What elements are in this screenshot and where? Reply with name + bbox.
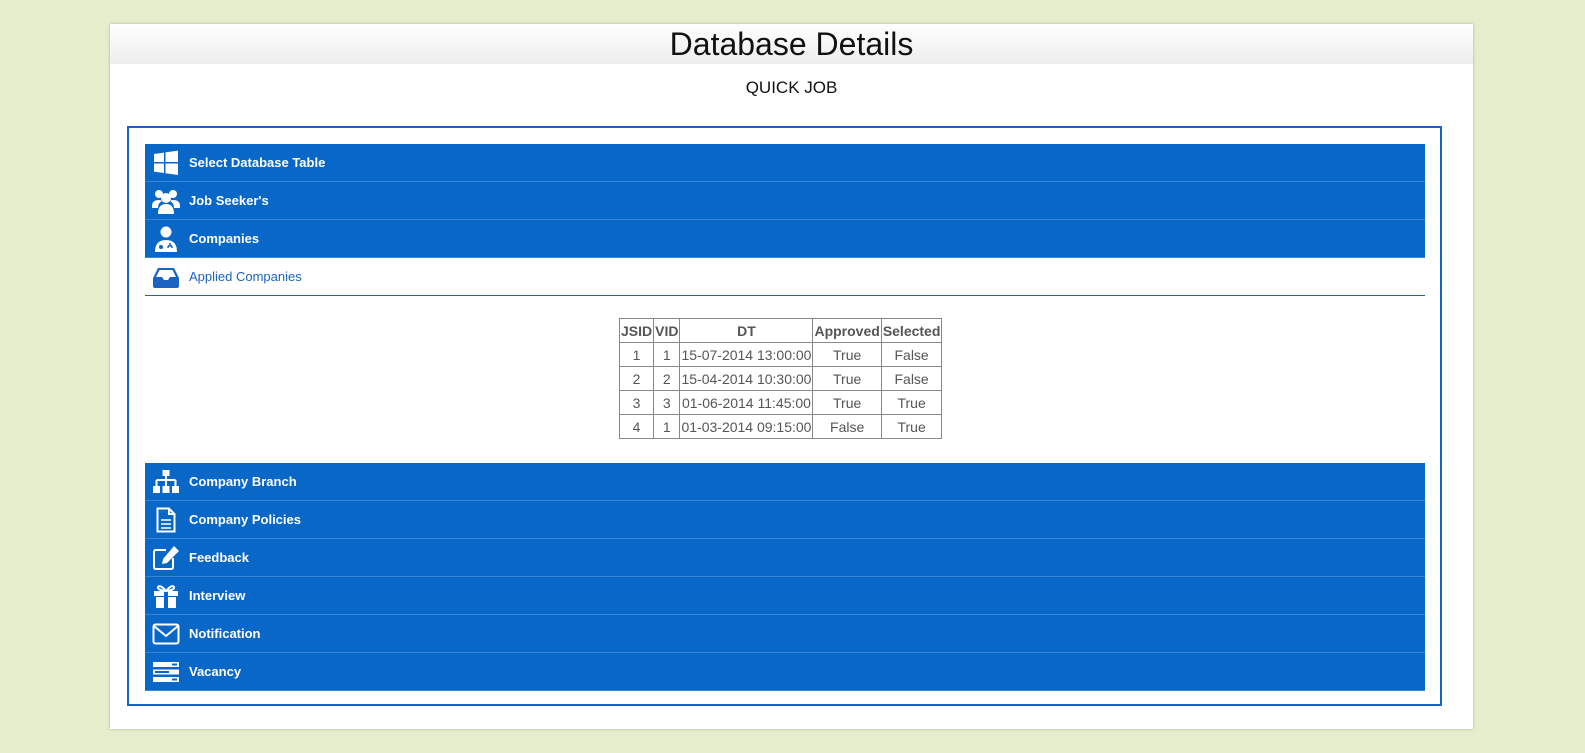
menu-item-interview[interactable]: Interview xyxy=(145,577,1425,615)
menu-item-vacancy[interactable]: Vacancy xyxy=(145,653,1425,691)
server-icon xyxy=(152,658,180,686)
windows-icon xyxy=(152,149,180,177)
menu-item-label: Applied Companies xyxy=(189,269,302,284)
table-cell: 1 xyxy=(653,414,681,439)
column-header: Approved xyxy=(812,318,882,343)
table-cell: 3 xyxy=(653,390,681,415)
users-icon xyxy=(152,187,180,215)
table-row: 2 2 15-04-2014 10:30:00 True False xyxy=(618,366,943,391)
table-cell: 15-04-2014 10:30:00 xyxy=(679,366,814,391)
menu-item-label: Company Branch xyxy=(189,474,297,489)
sitemap-icon xyxy=(152,468,180,496)
table-row: 4 1 01-03-2014 09:15:00 False True xyxy=(618,414,943,439)
main-card: Database Details QUICK JOB Select Databa… xyxy=(110,24,1473,729)
table-cell: True xyxy=(812,366,882,391)
accordion-menu: Select Database Table Job Seeker's Compa… xyxy=(145,144,1425,691)
menu-item-job-seekers[interactable]: Job Seeker's xyxy=(145,182,1425,220)
menu-item-label: Interview xyxy=(189,588,246,603)
menu-item-feedback[interactable]: Feedback xyxy=(145,539,1425,577)
table-cell: 2 xyxy=(618,366,655,391)
menu-item-applied-companies[interactable]: Applied Companies xyxy=(145,258,1425,296)
table-cell: True xyxy=(880,414,943,439)
table-cell: True xyxy=(880,390,943,415)
inbox-icon xyxy=(152,263,180,291)
menu-item-select-database-table[interactable]: Select Database Table xyxy=(145,144,1425,182)
table-row: 1 1 15-07-2014 13:00:00 True False xyxy=(618,342,943,367)
table-cell: 1 xyxy=(653,342,681,367)
menu-item-label: Company Policies xyxy=(189,512,301,527)
table-cell: False xyxy=(812,414,882,439)
menu-item-notification[interactable]: Notification xyxy=(145,615,1425,653)
table-cell: False xyxy=(880,342,943,367)
table-cell: 2 xyxy=(653,366,681,391)
edit-icon xyxy=(152,544,180,572)
menu-item-label: Select Database Table xyxy=(189,155,326,170)
content-frame: Select Database Table Job Seeker's Compa… xyxy=(127,126,1442,706)
document-icon xyxy=(152,506,180,534)
table-row: 3 3 01-06-2014 11:45:00 True True xyxy=(618,390,943,415)
menu-item-companies[interactable]: Companies xyxy=(145,220,1425,258)
envelope-icon xyxy=(152,620,180,648)
menu-item-company-policies[interactable]: Company Policies xyxy=(145,501,1425,539)
applied-companies-panel: JSID VID DT Approved Selected 1 1 15-07-… xyxy=(145,296,1425,463)
gift-icon xyxy=(152,582,180,610)
table-cell: 01-06-2014 11:45:00 xyxy=(679,390,814,415)
table-cell: 15-07-2014 13:00:00 xyxy=(679,342,814,367)
menu-item-label: Notification xyxy=(189,626,261,641)
table-cell: True xyxy=(812,342,882,367)
table-cell: False xyxy=(880,366,943,391)
table-cell: 1 xyxy=(618,342,655,367)
menu-item-company-branch[interactable]: Company Branch xyxy=(145,463,1425,501)
menu-item-label: Vacancy xyxy=(189,664,242,679)
user-doctor-icon xyxy=(152,225,180,253)
column-header: DT xyxy=(679,318,814,343)
table-cell: 3 xyxy=(618,390,655,415)
page-title: Database Details xyxy=(110,24,1473,64)
table-cell: 01-03-2014 09:15:00 xyxy=(679,414,814,439)
site-subtitle: QUICK JOB xyxy=(745,78,838,97)
menu-item-label: Job Seeker's xyxy=(189,193,269,208)
column-header: JSID xyxy=(618,318,655,343)
table-cell: 4 xyxy=(618,414,655,439)
column-header: VID xyxy=(653,318,681,343)
column-header: Selected xyxy=(880,318,943,343)
table-cell: True xyxy=(812,390,882,415)
applied-companies-table: JSID VID DT Approved Selected 1 1 15-07-… xyxy=(618,318,943,439)
menu-item-label: Companies xyxy=(189,231,260,246)
menu-item-label: Feedback xyxy=(189,550,249,565)
table-header-row: JSID VID DT Approved Selected xyxy=(618,318,943,343)
